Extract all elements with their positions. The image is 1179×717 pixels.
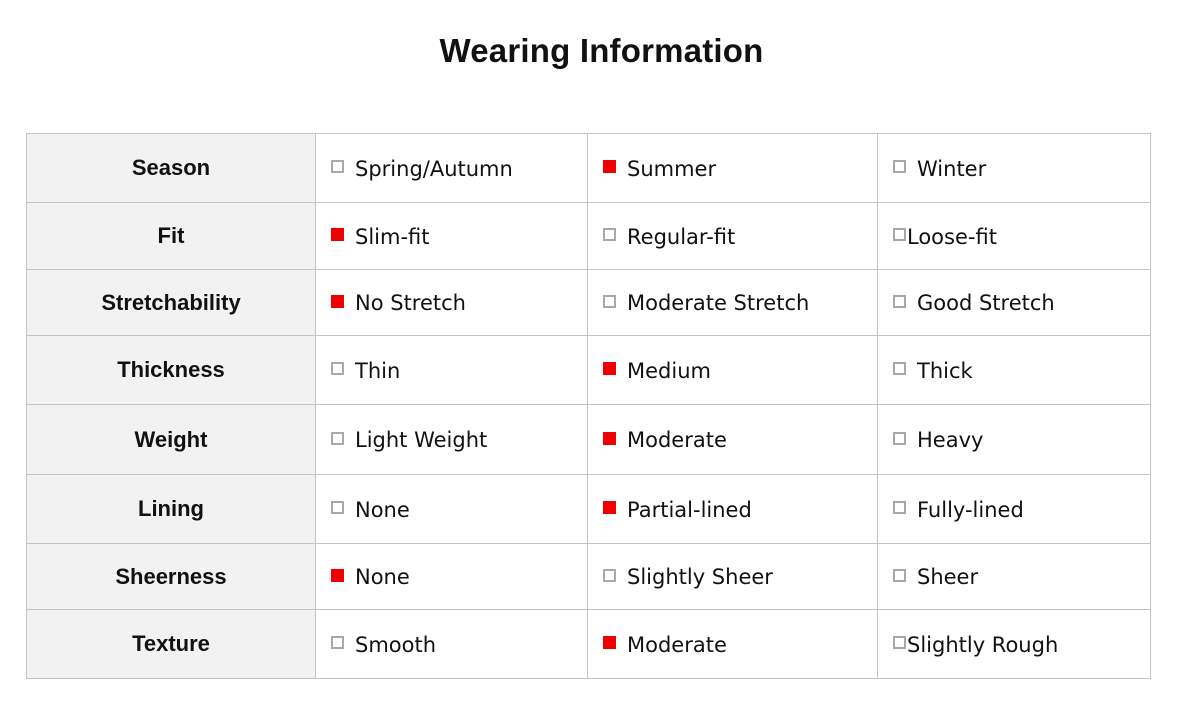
table-row: Stretchability No Stretch Moderate Stretch… (26, 269, 1151, 336)
option-cell: Heavy (877, 404, 1151, 475)
option-label: Thin (355, 358, 401, 383)
option-label: Winter (917, 156, 987, 181)
row-label: Thickness (26, 335, 316, 405)
table-row: Weight Light Weight Moderate Heavy (26, 404, 1151, 475)
option-cell: Partial-lined (587, 474, 878, 544)
option-cell: Loose-fit (877, 202, 1151, 270)
option-cell: Regular-fit (587, 202, 878, 270)
unchecked-box-icon (331, 431, 344, 445)
unchecked-box-icon (603, 568, 616, 582)
table-row: Texture Smooth Moderate Slightly Rough (26, 609, 1151, 679)
option-cell: Moderate Stretch (587, 269, 878, 336)
option-label: Fully-lined (917, 497, 1024, 522)
unchecked-box-icon (893, 431, 906, 445)
option-label: Loose-fit (907, 224, 997, 249)
unchecked-box-icon (893, 362, 906, 375)
row-label: Weight (26, 404, 316, 475)
unchecked-box-icon (603, 294, 616, 308)
option-cell: No Stretch (315, 269, 588, 336)
option-label: Light Weight (355, 428, 488, 452)
checked-box-icon (603, 501, 616, 514)
option-label: No Stretch (355, 291, 466, 315)
option-label: Summer (627, 156, 717, 181)
unchecked-box-icon (893, 228, 906, 241)
unchecked-box-icon (893, 294, 906, 308)
table-row: Season Spring/Autumn Summer Winter (26, 133, 1151, 203)
unchecked-box-icon (893, 636, 906, 649)
option-cell: Summer (587, 133, 878, 203)
option-label: Partial-lined (627, 497, 752, 522)
option-label: Heavy (917, 428, 984, 452)
unchecked-box-icon (331, 636, 344, 649)
option-label: Moderate (627, 632, 727, 657)
checked-box-icon (603, 362, 616, 375)
option-label: Regular-fit (627, 224, 736, 249)
option-label: Good Stretch (917, 291, 1055, 315)
unchecked-box-icon (893, 501, 906, 514)
unchecked-box-icon (331, 501, 344, 514)
table-row: Lining None Partial-lined Fully-lined (26, 474, 1151, 544)
option-label: None (355, 565, 410, 589)
option-cell: Medium (587, 335, 878, 405)
wearing-info-table: Season Spring/Autumn Summer Winter Fit Slim-f… (26, 133, 1151, 679)
page-title: Wearing Information (439, 32, 764, 69)
unchecked-box-icon (893, 160, 906, 173)
option-cell: None (315, 543, 588, 610)
option-cell: Thick (877, 335, 1151, 405)
option-cell: Thin (315, 335, 588, 405)
option-cell: Moderate (587, 609, 878, 679)
unchecked-box-icon (331, 160, 344, 173)
option-label: Smooth (355, 632, 437, 657)
option-cell: Moderate (587, 404, 878, 475)
option-label: Sheer (917, 565, 979, 589)
option-cell: Winter (877, 133, 1151, 203)
option-label: Moderate (627, 428, 727, 452)
row-label: Season (26, 133, 316, 203)
table-row: Sheerness None Slightly Sheer Sheer (26, 543, 1151, 610)
unchecked-box-icon (331, 362, 344, 375)
option-label: Medium (627, 358, 711, 383)
row-label: Sheerness (26, 543, 316, 610)
row-label: Fit (26, 202, 316, 270)
option-label: Thick (917, 358, 973, 383)
row-label: Stretchability (26, 269, 316, 336)
option-label: Slim-fit (355, 224, 430, 249)
option-label: Slightly Rough (907, 632, 1059, 657)
table-row: Fit Slim-fit Regular-fit Loose-fit (26, 202, 1151, 270)
option-cell: Smooth (315, 609, 588, 679)
option-cell: Slightly Sheer (587, 543, 878, 610)
option-label: None (355, 497, 410, 522)
checked-box-icon (603, 636, 616, 649)
checked-box-icon (331, 294, 344, 308)
checked-box-icon (603, 431, 616, 445)
option-label: Spring/Autumn (355, 156, 513, 181)
option-cell: Slightly Rough (877, 609, 1151, 679)
row-label: Texture (26, 609, 316, 679)
option-cell: Good Stretch (877, 269, 1151, 336)
unchecked-box-icon (603, 228, 616, 241)
option-cell: Fully-lined (877, 474, 1151, 544)
option-label: Moderate Stretch (627, 291, 810, 315)
unchecked-box-icon (893, 568, 906, 582)
option-cell: Slim-fit (315, 202, 588, 270)
option-cell: Sheer (877, 543, 1151, 610)
checked-box-icon (331, 568, 344, 582)
option-cell: None (315, 474, 588, 544)
table-row: Thickness Thin Medium Thick (26, 335, 1151, 405)
row-label: Lining (26, 474, 316, 544)
option-cell: Spring/Autumn (315, 133, 588, 203)
checked-box-icon (603, 160, 616, 173)
checked-box-icon (331, 228, 344, 241)
option-cell: Light Weight (315, 404, 588, 475)
option-label: Slightly Sheer (627, 565, 773, 589)
